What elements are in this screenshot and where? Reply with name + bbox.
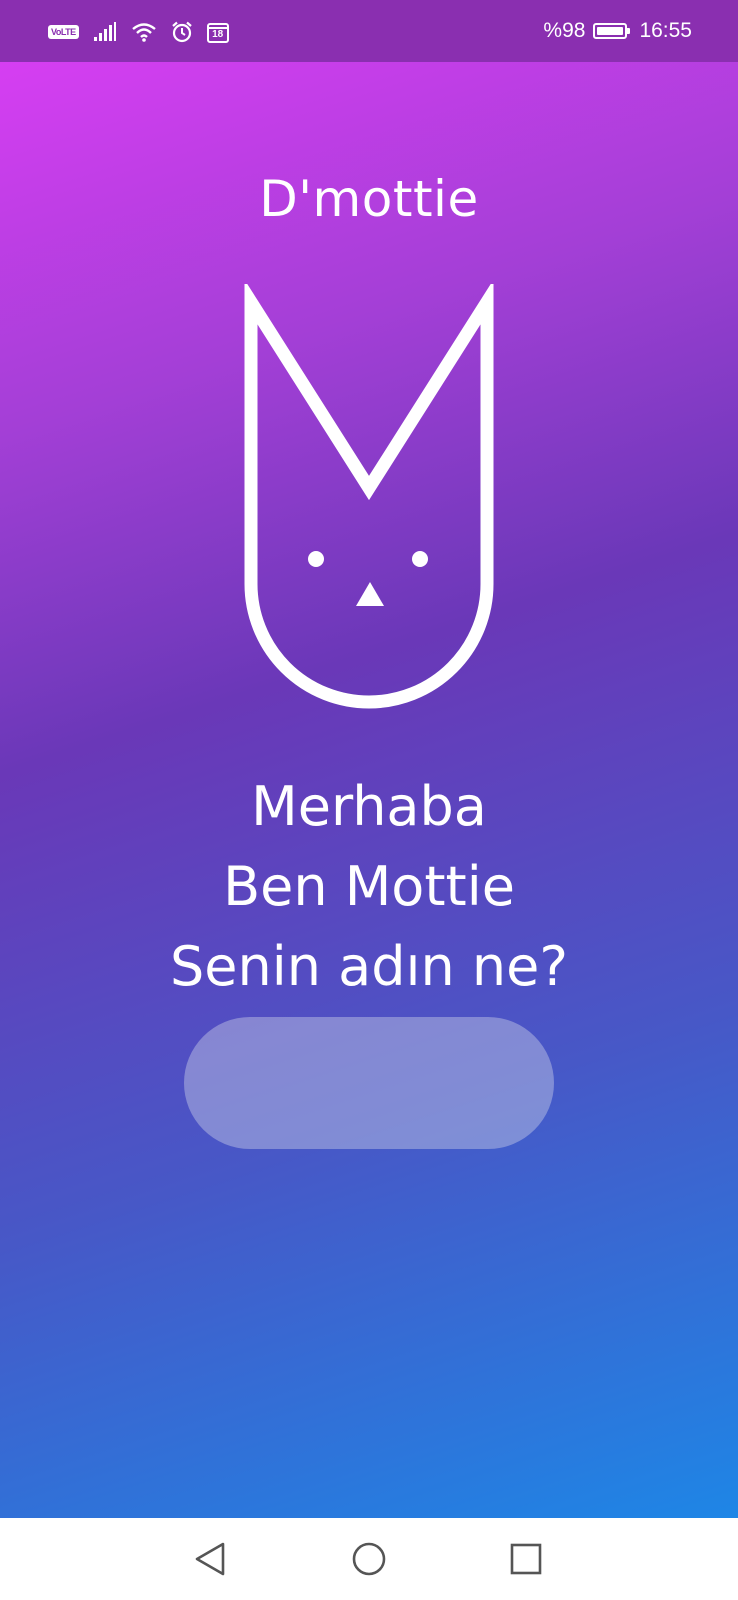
- home-button[interactable]: [346, 1536, 392, 1582]
- status-bar: VoLTE 18 %98 16:55: [0, 0, 738, 62]
- mottie-logo-icon: [244, 284, 494, 709]
- recents-button[interactable]: [503, 1536, 549, 1582]
- home-icon: [352, 1542, 386, 1576]
- signal-icon: [93, 22, 116, 41]
- navigation-bar: [0, 1518, 738, 1600]
- welcome-screen: D'mottie Merhaba Ben Mottie Senin adın n…: [0, 62, 738, 1518]
- status-icons-right: %98 16:55: [543, 16, 692, 46]
- recents-icon: [510, 1543, 542, 1575]
- greeting-line-2: Ben Mottie: [223, 855, 515, 918]
- greeting-text: Merhaba Ben Mottie Senin adın ne?: [0, 767, 738, 1007]
- back-icon: [195, 1542, 225, 1576]
- status-icons-left: VoLTE 18: [48, 18, 229, 46]
- alarm-icon: [171, 21, 192, 43]
- calendar-number: 18: [212, 29, 224, 40]
- calendar-icon: 18: [206, 21, 229, 43]
- greeting-line-1: Merhaba: [251, 775, 487, 838]
- name-input[interactable]: [184, 1017, 554, 1149]
- greeting-line-3: Senin adın ne?: [170, 935, 568, 998]
- wifi-icon: [131, 23, 156, 42]
- battery-icon: [593, 23, 631, 39]
- back-button[interactable]: [187, 1536, 233, 1582]
- app-title: D'mottie: [259, 170, 479, 228]
- volte-icon: VoLTE: [48, 25, 79, 39]
- clock: 16:55: [639, 19, 692, 42]
- battery-percent: %98: [543, 19, 586, 42]
